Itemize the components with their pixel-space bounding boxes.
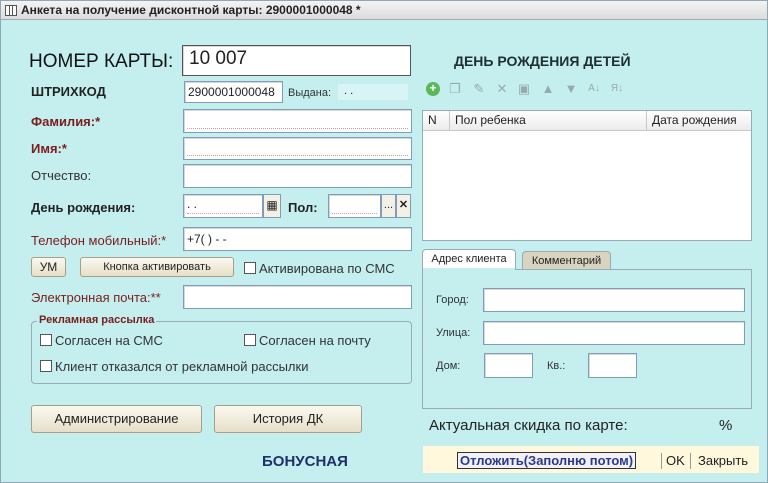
children-section-title: ДЕНЬ РОЖДЕНИЯ ДЕТЕЙ [454,53,631,69]
edit-icon[interactable]: ✎ [471,81,487,97]
title-bar: Анкета на получение дисконтной карты: 29… [1,1,767,20]
house-label: Дом: [436,360,461,372]
bonus-label: БОНУСНАЯ [262,453,348,470]
barcode-field[interactable]: 2900001000048 [184,81,283,103]
footer-separator-1 [661,453,662,469]
gender-field[interactable] [328,194,381,218]
discount-unit: % [719,417,733,434]
copy-icon[interactable]: ❐ [447,81,463,97]
issued-date-field[interactable]: . . [337,83,409,101]
sort-asc-icon[interactable]: A↓ [586,81,602,97]
move-down-icon[interactable]: ▼ [563,81,579,97]
form-icon [5,5,17,16]
column-header-birth-date[interactable]: Дата рождения [647,111,751,131]
first-name-label: Имя:* [31,141,67,156]
phone-field[interactable]: +7( ) - - [183,227,412,251]
street-field[interactable] [483,321,745,345]
house-field[interactable] [484,353,533,378]
add-icon[interactable]: + [426,82,440,96]
activated-sms-label: Активирована по СМС [259,261,395,276]
mailing-refused-checkbox[interactable] [40,360,52,372]
middle-name-field[interactable] [183,164,412,188]
apartment-field[interactable] [588,353,637,378]
close-button[interactable]: Закрыть [698,453,748,468]
column-header-number[interactable]: N [423,111,450,131]
column-header-child-gender[interactable]: Пол ребенка [450,111,647,131]
save-icon[interactable]: ▣ [516,81,532,97]
city-label: Город: [436,294,469,306]
gender-clear-icon[interactable]: ✕ [396,194,411,218]
gender-label: Пол: [288,200,318,215]
delete-icon[interactable]: ✕ [494,81,510,97]
move-up-icon[interactable]: ▲ [540,81,556,97]
card-number-label: НОМЕР КАРТЫ: [29,51,174,72]
tab-comment[interactable]: Комментарий [522,251,611,271]
mailing-group [31,321,412,384]
sms-consent-label: Согласен на СМС [55,333,163,348]
birthday-label: День рождения: [31,200,136,215]
administration-button[interactable]: Администрирование [31,405,202,433]
apartment-label: Кв.: [547,360,566,372]
mail-consent-label: Согласен на почту [259,333,371,348]
um-button[interactable]: УМ [31,257,66,277]
active-tab-joint [423,268,515,271]
card-history-button[interactable]: История ДК [214,405,362,433]
last-name-label: Фамилия:* [31,114,101,129]
card-number-field[interactable]: 10 007 [182,45,411,76]
email-field[interactable] [183,285,412,309]
mail-consent-checkbox[interactable] [244,334,256,346]
postpone-button[interactable]: Отложить(Заполню потом) [457,452,637,469]
window-title: Анкета на получение дисконтной карты: 29… [21,3,361,17]
phone-label: Телефон мобильный:* [31,233,167,248]
form-window: Анкета на получение дисконтной карты: 29… [0,0,768,483]
barcode-label: ШТРИХКОД [31,84,106,99]
ok-button[interactable]: OK [666,453,685,468]
mailing-group-title: Рекламная рассылка [37,314,157,326]
calendar-icon[interactable]: ▦ [263,194,281,218]
gender-select-button[interactable]: ... [381,194,396,218]
issued-label: Выдана: [288,87,332,99]
middle-name-label: Отчество: [31,168,92,183]
birthday-field[interactable]: . . [183,194,263,218]
footer-separator-2 [690,453,691,469]
mailing-refused-label: Клиент отказался от рекламной рассылки [55,359,309,374]
sms-consent-checkbox[interactable] [40,334,52,346]
discount-label: Актуальная скидка по карте: [429,417,628,434]
city-field[interactable] [483,288,745,312]
activated-sms-checkbox[interactable] [244,262,256,274]
last-name-field[interactable] [183,109,412,133]
sort-desc-icon[interactable]: Я↓ [609,81,625,97]
children-table[interactable]: N Пол ребенка Дата рождения [422,110,752,241]
email-label: Электронная почта:** [31,290,161,305]
first-name-field[interactable] [183,137,412,160]
street-label: Улица: [436,327,471,339]
activate-button[interactable]: Кнопка активировать [80,257,234,277]
